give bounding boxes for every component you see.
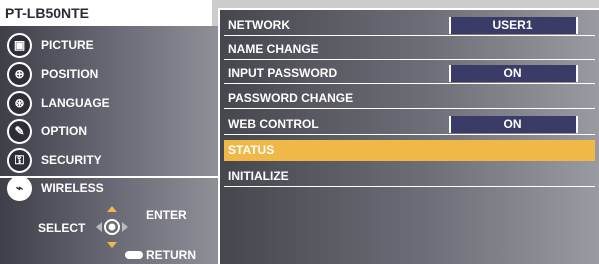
submenu-item-initialize[interactable]: INITIALIZE bbox=[224, 166, 595, 187]
joystick-icon bbox=[96, 206, 128, 248]
submenu-item-name-change[interactable]: NAME CHANGE bbox=[224, 39, 595, 60]
menu-item-picture[interactable]: ▣ PICTURE bbox=[0, 31, 215, 60]
submenu-item-label: NETWORK bbox=[228, 18, 290, 32]
return-button-icon bbox=[125, 251, 143, 259]
menu-item-label: LANGUAGE bbox=[41, 96, 110, 110]
option-icon: ✎ bbox=[7, 119, 32, 144]
submenu-item-label: NAME CHANGE bbox=[228, 42, 319, 56]
submenu-item-network[interactable]: NETWORK USER1 bbox=[224, 15, 595, 36]
return-hint: RETURN bbox=[146, 248, 196, 262]
menu-item-label: POSITION bbox=[41, 67, 99, 81]
network-value[interactable]: USER1 bbox=[449, 17, 578, 34]
submenu-item-password-change[interactable]: PASSWORD CHANGE bbox=[224, 88, 595, 109]
position-icon: ⊕ bbox=[7, 62, 32, 87]
submenu-item-label: PASSWORD CHANGE bbox=[228, 91, 354, 105]
menu-item-wireless[interactable]: ⌁ WIRELESS bbox=[0, 174, 215, 203]
menu-item-label: PICTURE bbox=[41, 38, 94, 52]
model-name: PT-LB50NTE bbox=[0, 0, 212, 26]
panel-top-border bbox=[218, 8, 599, 10]
submenu-item-status[interactable]: STATUS bbox=[224, 140, 595, 161]
select-hint: SELECT bbox=[38, 221, 86, 235]
submenu-item-web-control[interactable]: WEB CONTROL ON bbox=[224, 114, 595, 135]
menu-item-label: OPTION bbox=[41, 124, 88, 138]
menu-item-language[interactable]: ⊛ LANGUAGE bbox=[0, 89, 215, 118]
menu-item-label: SECURITY bbox=[41, 153, 102, 167]
submenu-item-label: INITIALIZE bbox=[228, 169, 289, 183]
submenu-item-label: STATUS bbox=[228, 143, 275, 157]
menu-divider bbox=[0, 176, 220, 178]
wireless-icon: ⌁ bbox=[7, 176, 32, 201]
language-icon: ⊛ bbox=[7, 91, 32, 116]
menu-item-position[interactable]: ⊕ POSITION bbox=[0, 60, 215, 89]
picture-icon: ▣ bbox=[7, 33, 32, 58]
submenu-item-label: INPUT PASSWORD bbox=[228, 66, 338, 80]
submenu-item-input-password[interactable]: INPUT PASSWORD ON bbox=[224, 63, 595, 84]
input-password-value[interactable]: ON bbox=[449, 65, 578, 82]
panel-divider bbox=[218, 8, 220, 264]
menu-item-security[interactable]: ⚿ SECURITY bbox=[0, 146, 215, 175]
security-icon: ⚿ bbox=[7, 148, 32, 173]
web-control-value[interactable]: ON bbox=[449, 116, 578, 133]
enter-hint: ENTER bbox=[146, 208, 187, 222]
menu-item-label: WIRELESS bbox=[41, 181, 104, 195]
menu-item-option[interactable]: ✎ OPTION bbox=[0, 117, 215, 146]
submenu-item-label: WEB CONTROL bbox=[228, 117, 319, 131]
